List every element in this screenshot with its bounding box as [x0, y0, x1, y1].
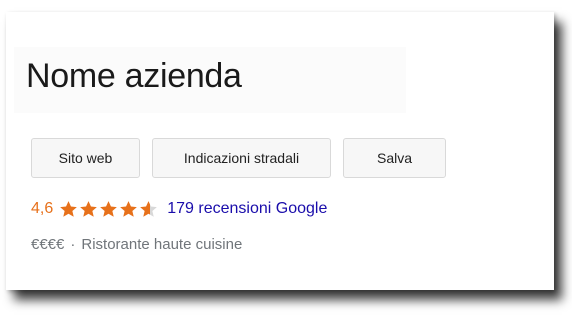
star-icon	[140, 201, 158, 217]
reviews-link[interactable]: 179 recensioni Google	[167, 200, 327, 218]
business-name: Nome azienda	[26, 57, 242, 95]
screenshot-frame: Nome azienda Sito web Indicazioni strada…	[0, 0, 572, 320]
rating-value: 4,6	[31, 200, 54, 217]
star-icon	[80, 201, 98, 217]
title-area: Nome azienda	[14, 47, 406, 113]
star-icon	[120, 201, 138, 217]
separator: ·	[70, 235, 76, 253]
star-icon	[100, 201, 118, 217]
star-icon	[60, 201, 78, 217]
rating-row: 4,6 179 recensioni Google	[31, 197, 327, 221]
save-button[interactable]: Salva	[343, 138, 446, 178]
star-rating	[59, 200, 159, 218]
price-level: €€€€	[31, 235, 65, 253]
directions-button[interactable]: Indicazioni stradali	[152, 138, 331, 178]
business-category: Ristorante haute cuisine	[81, 235, 243, 253]
website-button[interactable]: Sito web	[31, 138, 140, 178]
business-details: €€€€ · Ristorante haute cuisine	[31, 234, 242, 254]
